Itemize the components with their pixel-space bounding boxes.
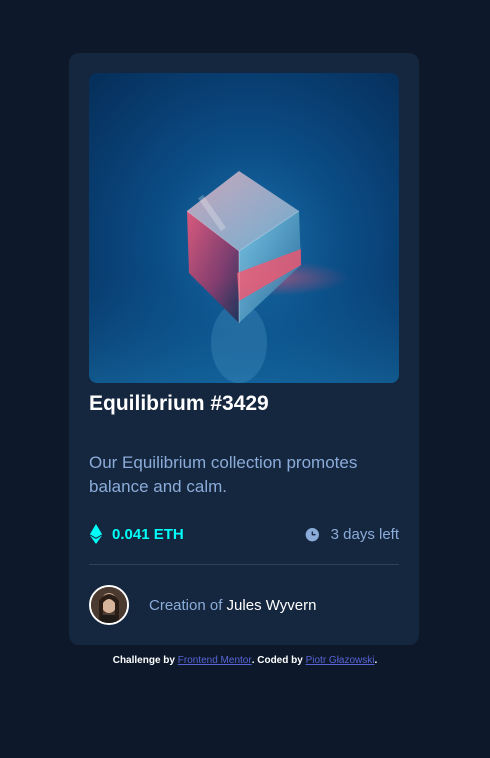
eth-icon (89, 524, 103, 544)
frontend-mentor-link[interactable]: Frontend Mentor (178, 655, 252, 666)
creator-text: Creation of Jules Wyvern (149, 597, 316, 614)
nft-description: Our Equilibrium collection promotes bala… (89, 453, 358, 496)
attribution-suffix: . (374, 655, 378, 666)
time-left-value: 3 days left (330, 525, 399, 543)
nft-card: Equilibrium #3429 Our Equilibrium collec… (69, 53, 419, 645)
attribution-prefix: Challenge by (112, 655, 175, 666)
creator-row: Creation of Jules Wyvern (89, 584, 316, 626)
price-value: 0.041 ETH (112, 525, 184, 543)
nft-image-link[interactable] (89, 73, 399, 383)
divider (89, 564, 399, 565)
creator-avatar-image (91, 587, 127, 623)
attribution: Challenge by Frontend Mentor. Coded by P… (0, 655, 490, 666)
creator-name-link[interactable]: Jules Wyvern (227, 597, 317, 614)
attribution-middle: . Coded by (251, 655, 303, 666)
equilibrium-cube-image (89, 171, 399, 383)
creator-prefix: Creation of (149, 596, 223, 614)
avatar (89, 585, 129, 625)
clock-icon (305, 527, 319, 541)
author-link[interactable]: Piotr Głazowski (306, 655, 375, 666)
time-left-info: 3 days left (304, 523, 399, 545)
price-info: 0.041 ETH (89, 523, 184, 545)
nft-title[interactable]: Equilibrium #3429 (89, 389, 269, 419)
